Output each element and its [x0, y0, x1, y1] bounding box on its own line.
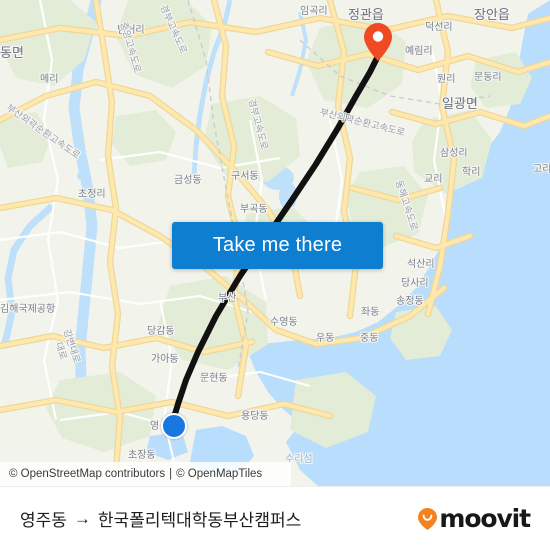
route-summary: 영주동 → 한국폴리텍대학동부산캠퍼스	[20, 506, 301, 531]
route-origin-label: 영주동	[20, 511, 67, 530]
destination-marker[interactable]	[363, 22, 393, 62]
origin-marker[interactable]	[161, 413, 187, 439]
arrow-right-icon: →	[73, 508, 91, 528]
take-me-there-button[interactable]: Take me there	[172, 222, 383, 269]
moovit-route-card: 동면 범어리 메리 초정리 김해국제공항 당감동 가아동 초장동 영 금성동 구서동 부곡동 부산 문현동…	[0, 0, 550, 550]
map-attribution: © OpenStreetMap contributors | © OpenMap…	[0, 462, 291, 486]
attribution-osm[interactable]: © OpenStreetMap contributors	[9, 468, 165, 480]
route-destination-label: 한국폴리텍대학동부산캠퍼스	[97, 511, 302, 530]
moovit-pin-icon	[417, 507, 438, 531]
footer-bar: 영주동 → 한국폴리텍대학동부산캠퍼스 moovit	[0, 486, 550, 550]
attribution-separator: |	[169, 468, 173, 480]
attribution-openmaptiles[interactable]: © OpenMapTiles	[176, 468, 262, 480]
moovit-logo[interactable]: moovit	[417, 504, 531, 533]
moovit-wordmark: moovit	[439, 504, 531, 533]
map-canvas[interactable]: 동면 범어리 메리 초정리 김해국제공항 당감동 가아동 초장동 영 금성동 구서동 부곡동 부산 문현동…	[0, 0, 550, 486]
